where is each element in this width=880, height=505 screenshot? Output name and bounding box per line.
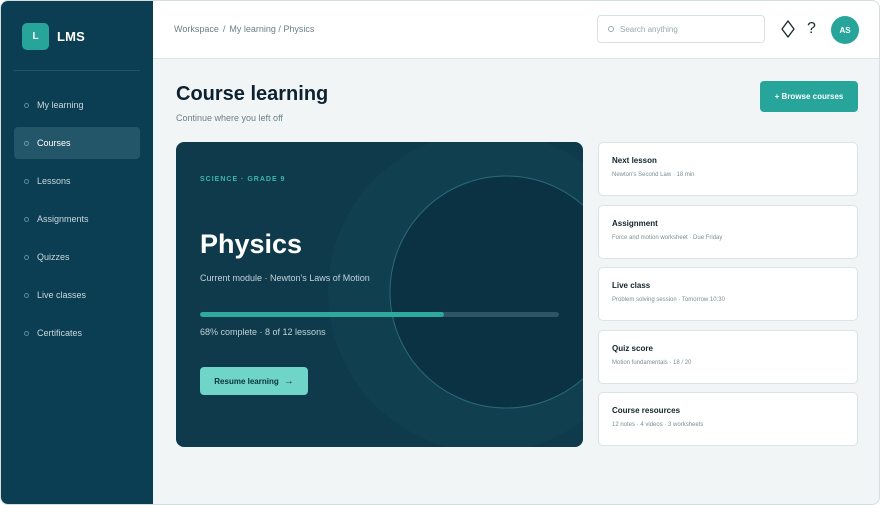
sidebar-item-label: Quizzes	[37, 252, 70, 262]
bullet-icon	[24, 292, 29, 298]
bullet-icon	[24, 178, 29, 184]
card-subtitle: Force and motion worksheet · Due Friday	[612, 235, 723, 241]
help-icon[interactable]: ?	[807, 19, 816, 39]
breadcrumb-separator: /	[222, 24, 226, 34]
brand-logo: L	[22, 23, 49, 50]
brand-name: LMS	[57, 29, 86, 44]
live-class-card[interactable]: Live class Problem solving session · Tom…	[598, 267, 858, 321]
breadcrumb: Workspace / My learning / Physics	[174, 24, 314, 34]
sidebar-item-lessons[interactable]: Lessons	[14, 165, 140, 197]
card-subtitle: 12 notes · 4 videos · 3 worksheets	[612, 422, 704, 428]
course-resources-card[interactable]: Course resources 12 notes · 4 videos · 3…	[598, 392, 858, 446]
sidebar-item-label: Courses	[37, 138, 71, 148]
card-subtitle: Motion fundamentals · 18 / 20	[612, 360, 692, 366]
card-subtitle: Problem solving session · Tomorrow 10:30	[612, 297, 725, 303]
sidebar-nav: My learning Courses Lessons Assignments …	[14, 89, 140, 355]
resume-learning-button[interactable]: Resume learning →	[200, 367, 308, 395]
course-hero-card: SCIENCE · GRADE 9 Physics Current module…	[176, 142, 583, 447]
card-subtitle: Newton's Second Law · 18 min	[612, 172, 695, 178]
card-title: Live class	[612, 281, 651, 290]
decorative-circles	[328, 142, 583, 447]
sidebar-item-label: Lessons	[37, 176, 71, 186]
current-module: Current module · Newton's Laws of Motion	[200, 273, 370, 283]
sidebar-item-quizzes[interactable]: Quizzes	[14, 241, 140, 273]
sidebar-item-label: Certificates	[37, 328, 83, 338]
course-progress-bar	[200, 312, 559, 317]
search-box[interactable]	[597, 15, 765, 43]
sidebar: L LMS My learning Courses Lessons Assign…	[1, 1, 153, 504]
bullet-icon	[24, 216, 29, 222]
card-title: Assignment	[612, 219, 658, 228]
sidebar-item-assignments[interactable]: Assignments	[14, 203, 140, 235]
course-title: Physics	[200, 229, 303, 259]
bullet-icon	[24, 140, 29, 146]
sidebar-item-my-learning[interactable]: My learning	[14, 89, 140, 121]
diamond-icon[interactable]	[780, 19, 796, 39]
topbar: Workspace/My learning / Physics ? AS	[153, 1, 879, 59]
avatar[interactable]: AS	[831, 16, 859, 44]
resume-button-label: Resume learning	[214, 376, 279, 386]
app-window: L LMS My learning Courses Lessons Assign…	[0, 0, 880, 505]
sidebar-item-label: Live classes	[37, 290, 87, 300]
sidebar-divider	[14, 70, 140, 71]
card-title: Next lesson	[612, 156, 657, 165]
browse-courses-button[interactable]: + Browse courses	[760, 81, 858, 112]
sidebar-item-live-classes[interactable]: Live classes	[14, 279, 140, 311]
brand[interactable]: L LMS	[22, 23, 85, 50]
search-input[interactable]	[620, 24, 750, 34]
progress-text: 68% complete · 8 of 12 lessons	[200, 327, 326, 337]
next-lesson-card[interactable]: Next lesson Newton's Second Law · 18 min	[598, 142, 858, 196]
page-title: Course learning	[176, 83, 329, 105]
bullet-icon	[24, 254, 29, 260]
quiz-score-card[interactable]: Quiz score Motion fundamentals · 18 / 20	[598, 330, 858, 384]
sidebar-item-certificates[interactable]: Certificates	[14, 317, 140, 349]
sidebar-item-courses[interactable]: Courses	[14, 127, 140, 159]
bullet-icon	[24, 330, 29, 336]
card-title: Course resources	[612, 406, 681, 415]
breadcrumb-current[interactable]: My learning / Physics	[229, 24, 314, 34]
sidebar-item-label: My learning	[37, 100, 84, 110]
bullet-icon	[24, 102, 29, 108]
breadcrumb-workspace[interactable]: Workspace	[174, 24, 219, 34]
course-progress-fill	[200, 312, 445, 317]
assignment-card[interactable]: Assignment Force and motion worksheet · …	[598, 205, 858, 259]
course-category: SCIENCE · GRADE 9	[200, 176, 286, 183]
arrow-right-icon: →	[283, 375, 294, 387]
card-title: Quiz score	[612, 344, 653, 353]
page-subtitle: Continue where you left off	[176, 113, 283, 123]
sidebar-item-label: Assignments	[37, 214, 89, 224]
search-icon	[608, 26, 614, 32]
